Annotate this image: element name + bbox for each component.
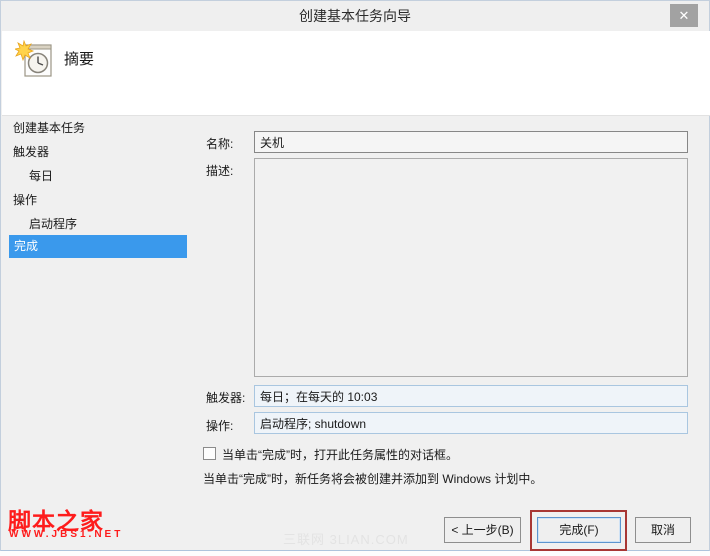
finish-button[interactable]: 完成(F) <box>537 517 621 543</box>
action-label: 操作: <box>206 419 234 433</box>
cancel-button[interactable]: 取消 <box>635 517 691 543</box>
create-basic-task-wizard-dialog: 创建基本任务向导 ✕ 摘要 创建基本任务 触发器 每日 操作 启动程序 完成 名… <box>0 0 710 551</box>
screenshot-canvas: 创建基本任务向导 ✕ 摘要 创建基本任务 触发器 每日 操作 启动程序 完成 名… <box>0 0 710 556</box>
sidebar-item-create-basic-task[interactable]: 创建基本任务 <box>13 118 85 138</box>
sidebar-item-start-program[interactable]: 启动程序 <box>29 214 77 234</box>
task-name-input[interactable] <box>254 131 688 153</box>
action-summary-field[interactable] <box>254 412 688 434</box>
task-wizard-icon <box>15 40 52 77</box>
trigger-summary-field[interactable] <box>254 385 688 407</box>
sidebar-item-finish-active[interactable]: 完成 <box>9 235 187 258</box>
site-watermark-url: WWW.JBS1.NET <box>9 529 124 540</box>
window-title: 创建基本任务向导 <box>299 8 411 24</box>
sidebar-item-action[interactable]: 操作 <box>13 190 37 210</box>
page-title: 摘要 <box>64 51 95 68</box>
sidebar-item-daily[interactable]: 每日 <box>29 166 53 186</box>
sidebar-item-trigger[interactable]: 触发器 <box>13 142 49 162</box>
wizard-header: 摘要 <box>2 31 710 116</box>
trigger-label: 触发器: <box>206 391 246 405</box>
title-bar: 创建基本任务向导 ✕ <box>1 1 709 31</box>
name-label: 名称: <box>206 137 234 151</box>
finish-note: 当单击“完成”时，新任务将会被创建并添加到 Windows 计划中。 <box>203 472 543 486</box>
description-label: 描述: <box>206 164 234 178</box>
close-icon[interactable]: ✕ <box>670 4 698 27</box>
back-button[interactable]: < 上一步(B) <box>444 517 521 543</box>
center-watermark: 三联网 3LIAN.COM <box>283 532 409 547</box>
open-properties-checkbox[interactable] <box>203 447 216 460</box>
open-properties-checkbox-label: 当单击“完成”时，打开此任务属性的对话框。 <box>222 448 458 462</box>
task-description-textarea[interactable] <box>254 158 688 377</box>
